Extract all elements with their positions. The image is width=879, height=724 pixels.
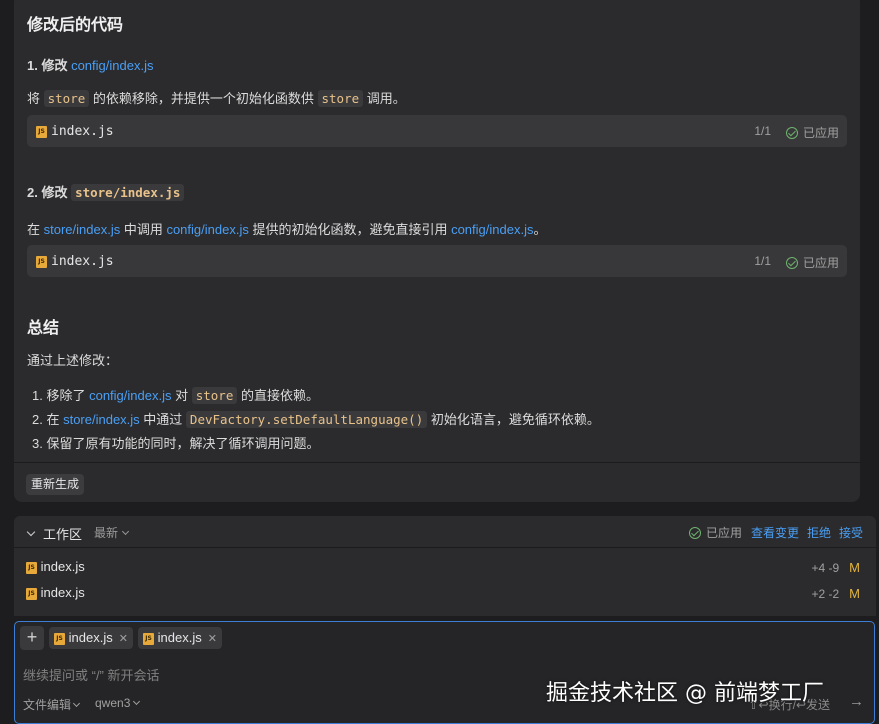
js-file-icon: JS [26, 561, 37, 574]
view-changes-link[interactable]: 查看变更 [751, 524, 799, 541]
store-index-link[interactable]: store/index.js [63, 412, 140, 427]
config-index-link[interactable]: config/index.js [71, 58, 153, 73]
summary-title: 总结 [27, 320, 60, 337]
js-file-icon: JS [26, 587, 37, 600]
js-file-icon: JS [54, 632, 65, 645]
change-count: 1/1 [754, 124, 771, 138]
chevron-down-icon [132, 697, 140, 706]
check-circle-icon [785, 257, 798, 269]
context-file-chip[interactable]: JS index.js ✕ [138, 627, 222, 649]
model-dropdown[interactable]: qwen3 [95, 696, 140, 710]
regenerate-button[interactable]: 重新生成 [26, 474, 85, 495]
file-diff-stats: +2 -2 M [811, 586, 860, 601]
close-icon[interactable]: ✕ [208, 633, 217, 645]
collapse-chevron-icon[interactable] [26, 525, 36, 543]
workspace-title: 工作区 [43, 527, 83, 542]
summary-intro: 通过上述修改： [27, 353, 119, 368]
divider [14, 462, 860, 463]
workspace-status: 已应用 [689, 524, 742, 541]
applied-status: 已应用 [785, 124, 839, 141]
context-file-chip[interactable]: JS index.js ✕ [49, 627, 133, 649]
send-arrow-icon[interactable]: → [849, 693, 864, 710]
inline-code: DevFactory.setDefaultLanguage() [185, 411, 428, 428]
chat-panel: 修改后的代码 1. 修改 config/index.js 将 store 的依赖… [14, 0, 860, 502]
js-file-icon: JS [143, 632, 154, 645]
watermark: 掘金技术社区 @ 前端梦工厂 [546, 681, 824, 706]
file-diff-stats: +4 -9 M [811, 560, 860, 575]
config-index-link[interactable]: config/index.js [89, 388, 171, 403]
check-circle-icon [689, 527, 701, 539]
code-block-2[interactable]: JS index.js 1/1 已应用 [27, 245, 847, 277]
accept-link[interactable]: 接受 [839, 524, 863, 541]
sort-dropdown[interactable]: 最新 [94, 524, 130, 541]
code-block-1[interactable]: JS index.js 1/1 已应用 [27, 115, 847, 147]
code-block-file[interactable]: JS index.js [36, 123, 114, 139]
step2-heading: 2. 修改 store/index.js [27, 182, 185, 201]
store-index-link[interactable]: store/index.js [44, 222, 121, 237]
summary-list-item: 1. 移除了 config/index.js 对 store 的直接依赖。 [32, 387, 319, 404]
applied-status: 已应用 [785, 254, 839, 271]
section-title-modified-code: 修改后的代码 [27, 17, 124, 34]
check-circle-icon [785, 127, 798, 139]
config-index-link[interactable]: config/index.js [451, 222, 533, 237]
inline-code: store [43, 90, 90, 107]
inline-code: store [191, 387, 238, 404]
mode-dropdown[interactable]: 文件编辑 [23, 696, 81, 713]
workspace-header: 工作区 最新 已应用 查看变更 拒绝 接受 [14, 516, 876, 548]
workspace-panel: 工作区 最新 已应用 查看变更 拒绝 接受 JS index.js +4 -9 M… [14, 516, 876, 616]
summary-list-item: 2. 在 store/index.js 中通过 DevFactory.setDe… [32, 411, 600, 428]
chevron-down-icon [122, 527, 130, 536]
config-index-link[interactable]: config/index.js [166, 222, 248, 237]
js-file-icon: JS [36, 255, 47, 268]
code-block-file[interactable]: JS index.js [36, 253, 114, 269]
close-icon[interactable]: ✕ [119, 633, 128, 645]
workspace-file-row[interactable]: JS index.js [26, 585, 85, 600]
step1-heading: 1. 修改 config/index.js [27, 58, 154, 73]
chevron-down-icon [73, 699, 81, 708]
add-context-button[interactable]: + [20, 626, 44, 650]
summary-list-item: 3. 保留了原有功能的同时，解决了循环调用问题。 [32, 436, 320, 451]
step1-description: 将 store 的依赖移除，并提供一个初始化函数供 store 调用。 [27, 90, 406, 107]
chat-input-placeholder[interactable]: 继续提问或 “/” 新开会话 [23, 665, 160, 684]
change-count: 1/1 [754, 254, 771, 268]
modified-badge: M [849, 560, 860, 575]
chat-input-box[interactable]: + JS index.js ✕ JS index.js ✕ 继续提问或 “/” 新开… [14, 621, 875, 724]
inline-code: store [317, 90, 364, 107]
inline-code: store/index.js [71, 184, 185, 201]
reject-link[interactable]: 拒绝 [807, 524, 831, 541]
workspace-file-row[interactable]: JS index.js [26, 559, 85, 574]
js-file-icon: JS [36, 125, 47, 138]
step2-description: 在 store/index.js 中调用 config/index.js 提供的… [27, 222, 547, 237]
modified-badge: M [849, 586, 860, 601]
